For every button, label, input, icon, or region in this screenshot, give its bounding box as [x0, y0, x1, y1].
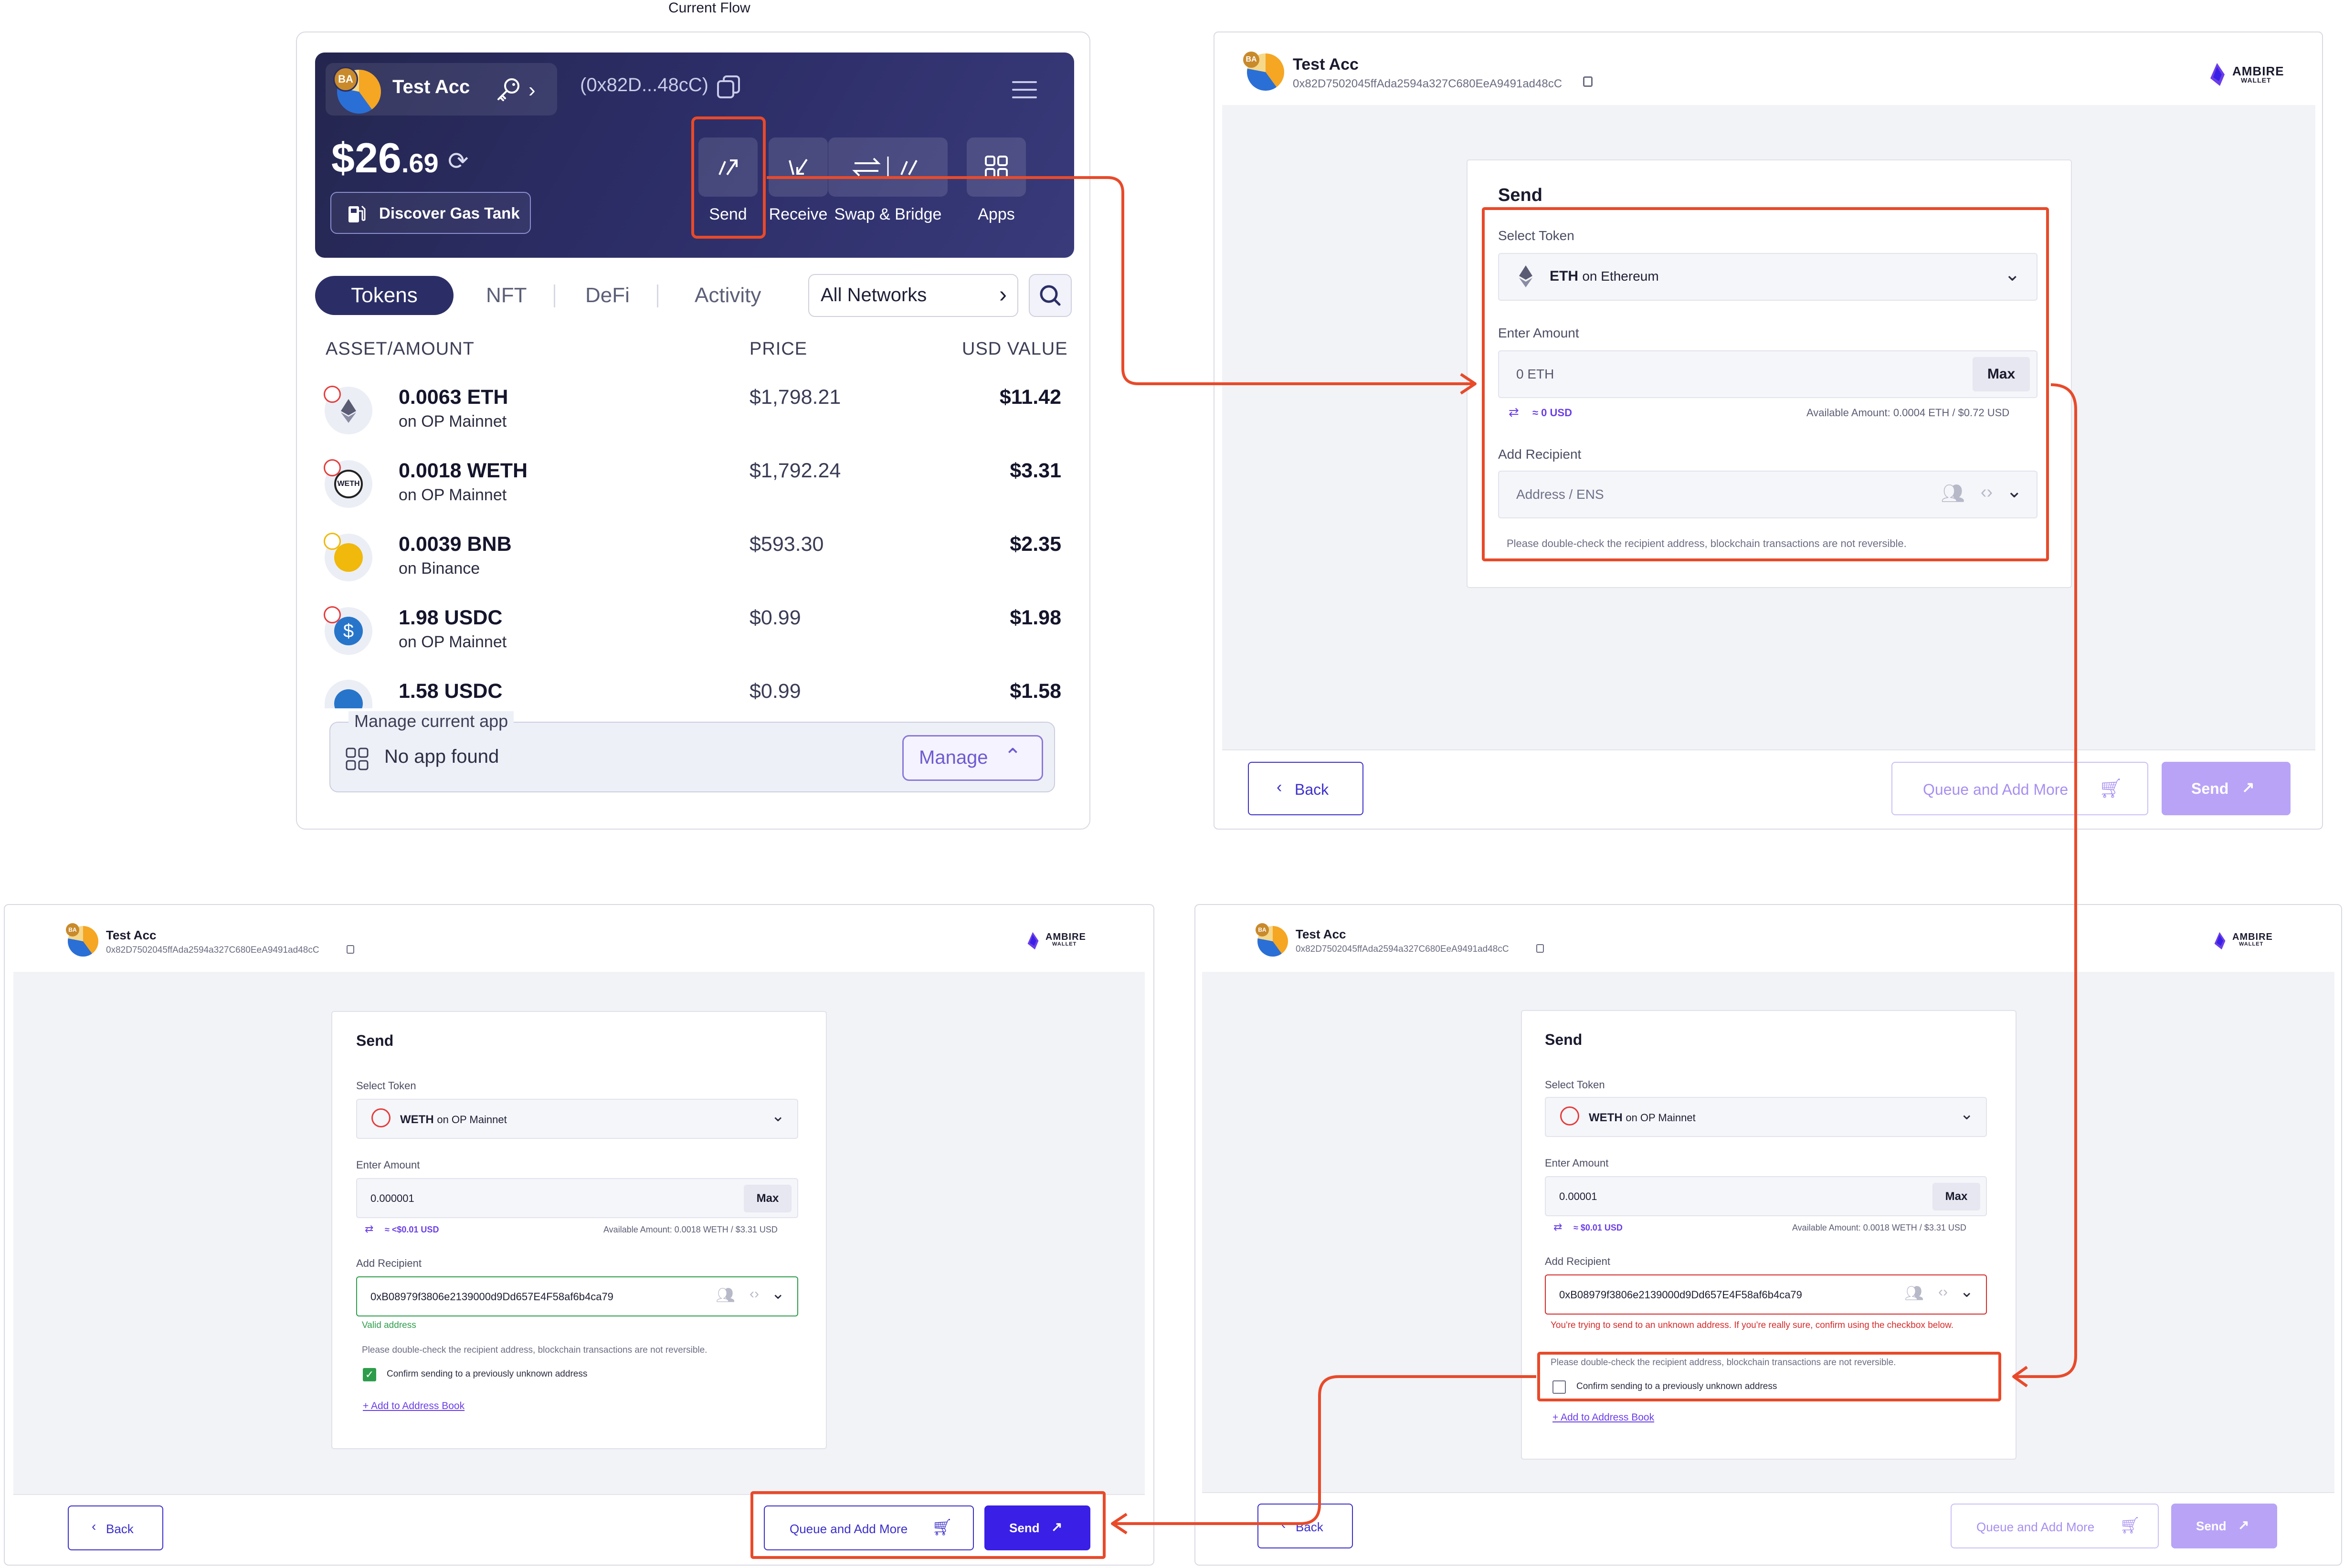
- flow-arrow-popup-to-send: [767, 176, 1475, 385]
- flow-arrows: [767, 176, 2077, 1535]
- flow-arrow-form-to-confirm: [2014, 383, 2077, 1378]
- flow-arrow-confirm-to-buttons: [1112, 1375, 1536, 1525]
